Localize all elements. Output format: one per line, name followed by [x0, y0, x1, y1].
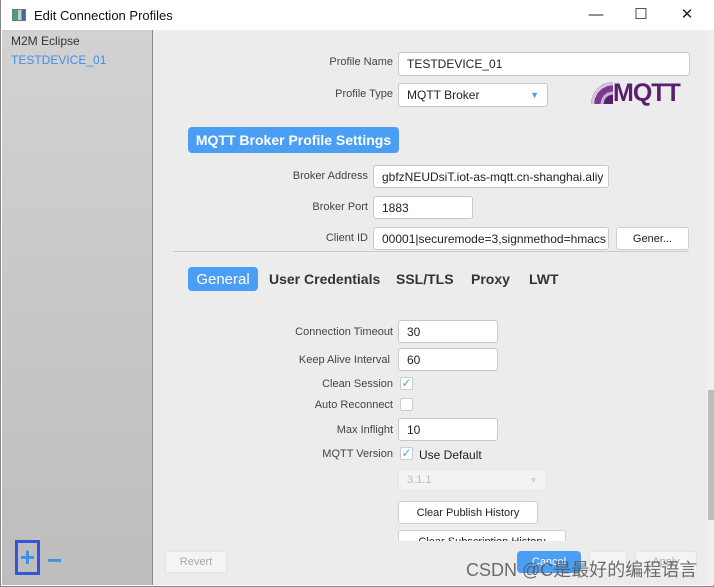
clear-publish-history-button[interactable]: Clear Publish History: [398, 501, 538, 524]
auto-reconnect-checkbox[interactable]: [400, 398, 413, 411]
max-inflight-input[interactable]: 10: [398, 418, 498, 441]
keep-alive-label: Keep Alive Interval: [298, 354, 390, 366]
tab-proxy[interactable]: Proxy: [471, 267, 510, 291]
client-id-input[interactable]: 00001|securemode=3,signmethod=hmacs: [373, 227, 609, 250]
add-profile-button[interactable]: +: [15, 540, 40, 575]
profile-name-input[interactable]: TESTDEVICE_01: [398, 52, 690, 76]
use-default-label: Use Default: [419, 448, 482, 462]
connection-timeout-input[interactable]: 30: [398, 320, 498, 343]
broker-port-label: Broker Port: [312, 201, 368, 213]
generate-client-id-button[interactable]: Gener...: [616, 227, 689, 250]
profile-settings-panel: Profile Name TESTDEVICE_01 Profile Type …: [153, 30, 707, 585]
tab-user-credentials[interactable]: User Credentials: [269, 267, 380, 291]
maximize-button[interactable]: ☐: [630, 4, 652, 26]
broker-settings-heading: MQTT Broker Profile Settings: [188, 127, 399, 153]
tab-general[interactable]: General: [188, 267, 258, 291]
mqtt-version-select[interactable]: 3.1.1 ▼: [398, 469, 547, 491]
use-default-checkbox[interactable]: ✓: [400, 447, 413, 460]
minimize-button[interactable]: —: [585, 4, 607, 26]
watermark: CSDN @C是最好的编程语言: [466, 560, 698, 580]
mqtt-version-value: 3.1.1: [407, 474, 432, 486]
tab-lwt[interactable]: LWT: [529, 267, 559, 291]
auto-reconnect-label: Auto Reconnect: [314, 399, 393, 411]
clean-session-checkbox[interactable]: ✓: [400, 377, 413, 390]
remove-profile-button[interactable]: −: [47, 545, 62, 576]
title-bar: Edit Connection Profiles — ☐ ✕: [1, 0, 714, 30]
profile-type-label: Profile Type: [335, 88, 393, 100]
mqtt-version-label: MQTT Version: [322, 448, 393, 460]
window-title: Edit Connection Profiles: [34, 7, 173, 23]
client-id-label: Client ID: [325, 232, 368, 244]
mqtt-logo: MQTT: [591, 78, 691, 108]
vertical-scrollbar[interactable]: [707, 30, 714, 585]
tab-ssl-tls[interactable]: SSL/TLS: [396, 267, 454, 291]
profile-type-value: MQTT Broker: [407, 88, 480, 102]
chevron-down-icon: ▼: [530, 90, 539, 100]
connection-timeout-label: Connection Timeout: [295, 326, 393, 338]
revert-button[interactable]: Revert: [165, 551, 227, 573]
profile-name-label: Profile Name: [329, 56, 393, 68]
profile-type-select[interactable]: MQTT Broker ▼: [398, 83, 548, 107]
app-icon: [12, 9, 26, 21]
keep-alive-input[interactable]: 60: [398, 348, 498, 371]
chevron-down-icon: ▼: [529, 475, 538, 485]
max-inflight-label: Max Inflight: [336, 424, 393, 436]
clear-subscription-history-button[interactable]: Clear Subscription History: [398, 530, 566, 541]
edit-connection-profiles-window: Edit Connection Profiles — ☐ ✕ M2M Eclip…: [0, 0, 714, 587]
scrollbar-thumb[interactable]: [708, 390, 714, 520]
profile-sidebar: M2M Eclipse TESTDEVICE_01 + −: [2, 30, 153, 585]
broker-address-label: Broker Address: [292, 170, 368, 182]
clear-subscription-clip: Clear Subscription History: [398, 530, 566, 541]
clean-session-label: Clean Session: [322, 378, 393, 390]
sidebar-item-m2m-eclipse[interactable]: M2M Eclipse: [11, 34, 80, 48]
broker-port-input[interactable]: 1883: [373, 196, 473, 219]
divider: [173, 251, 689, 252]
broker-address-input[interactable]: gbfzNEUDsiT.iot-as-mqtt.cn-shanghai.aliy: [373, 165, 609, 188]
close-button[interactable]: ✕: [676, 4, 698, 26]
sidebar-item-testdevice-01[interactable]: TESTDEVICE_01: [11, 53, 106, 67]
